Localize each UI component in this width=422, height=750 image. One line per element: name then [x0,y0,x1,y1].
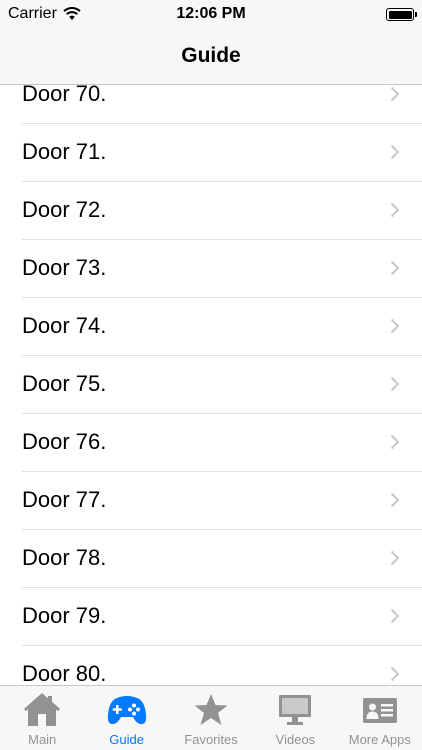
tab-more-apps[interactable]: More Apps [338,686,422,750]
list-item[interactable]: Door 74. [22,298,422,356]
list-item-label: Door 80. [22,661,107,685]
chevron-right-icon [390,492,400,508]
chevron-right-icon [390,550,400,566]
chevron-right-icon [390,144,400,160]
list-item-label: Door 73. [22,255,107,280]
tab-main[interactable]: Main [0,686,84,750]
list-item-label: Door 79. [22,603,107,628]
navigation-bar: Guide [0,30,422,85]
list-item[interactable]: Door 70. [22,85,422,124]
monitor-icon [279,695,312,725]
chevron-right-icon [390,86,400,102]
tab-label: Main [28,732,57,747]
status-bar: Carrier 12:06 PM [0,0,422,30]
list-item-label: Door 71. [22,139,107,164]
gamepad-icon [107,696,146,725]
tab-bar: Main Guide Favorites Videos More Apps [0,685,422,750]
tab-label: Favorites [184,732,238,747]
page-title: Guide [181,44,241,67]
list-item[interactable]: Door 71. [22,124,422,182]
list-item[interactable]: Door 76. [22,414,422,472]
tab-favorites[interactable]: Favorites [169,686,253,750]
list-item[interactable]: Door 72. [22,182,422,240]
contact-card-icon [362,698,397,723]
list-item[interactable]: Door 78. [22,530,422,588]
list-item-label: Door 76. [22,429,107,454]
chevron-right-icon [390,318,400,334]
list-item-label: Door 77. [22,487,107,512]
chevron-right-icon [390,260,400,276]
chevron-right-icon [390,376,400,392]
tab-label: More Apps [348,732,411,747]
battery-icon [386,8,417,21]
house-icon [24,693,61,726]
chevron-right-icon [390,608,400,624]
list-item-label: Door 75. [22,371,107,396]
star-icon [194,694,228,725]
list-item-label: Door 78. [22,545,107,570]
list-item[interactable]: Door 75. [22,356,422,414]
list-item[interactable]: Door 73. [22,240,422,298]
chevron-right-icon [390,202,400,218]
chevron-right-icon [390,666,400,682]
tab-label: Videos [275,732,316,747]
list-item-label: Door 74. [22,313,107,338]
door-list[interactable]: Door 70. Door 71. Door 72. Door 73. Door… [0,85,422,685]
tab-videos[interactable]: Videos [253,686,337,750]
list-item[interactable]: Door 79. [22,588,422,646]
chevron-right-icon [390,434,400,450]
list-item-label: Door 70. [22,85,107,106]
status-time: 12:06 PM [176,5,246,22]
list-item[interactable]: Door 80. [22,646,422,685]
tab-guide[interactable]: Guide [84,686,168,750]
list-item[interactable]: Door 77. [22,472,422,530]
list-item-label: Door 72. [22,197,107,222]
tab-label: Guide [109,732,144,747]
